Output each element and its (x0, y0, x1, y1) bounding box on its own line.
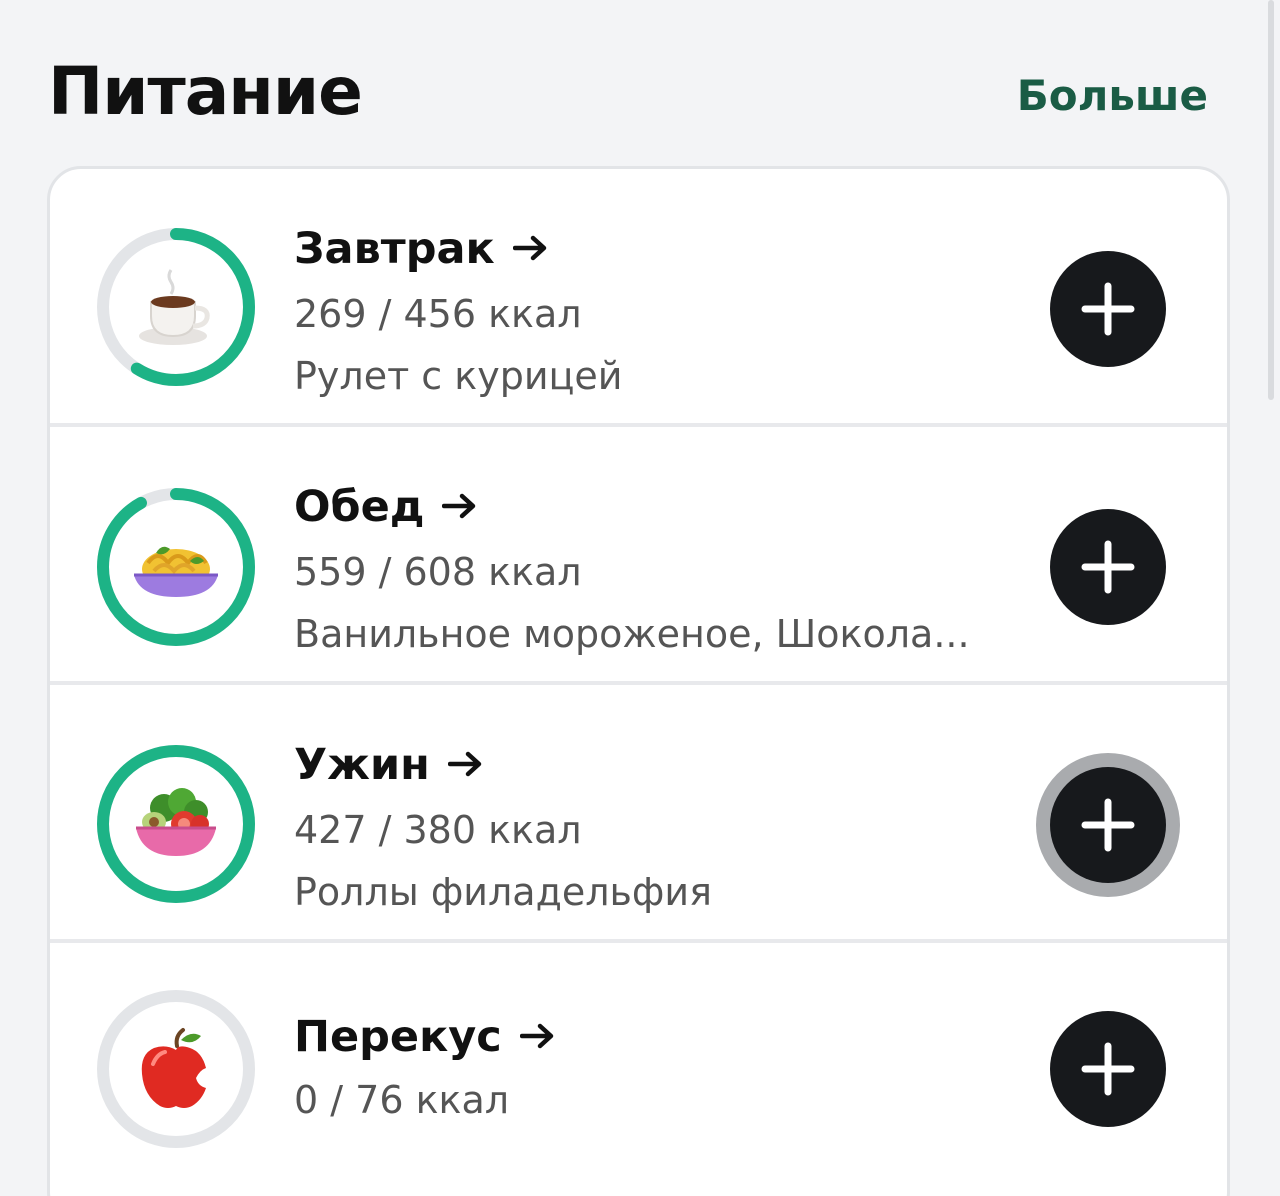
plus-icon (1081, 282, 1135, 336)
meal-kcal: 269 / 456 ккал (294, 292, 582, 336)
meal-row-breakfast[interactable]: Завтрак 269 / 456 ккал Рулет с курицей (50, 169, 1227, 427)
arrow-right-icon (519, 1008, 556, 1064)
meal-title[interactable]: Ужин (294, 737, 484, 796)
arrow-right-icon (447, 736, 484, 792)
arrow-right-icon (512, 220, 549, 276)
meal-foods: Роллы филадельфия (294, 870, 712, 914)
more-link[interactable]: Больше (1017, 66, 1208, 126)
meal-title[interactable]: Перекус (294, 1009, 556, 1068)
nutrition-screen: Питание Больше Завтрак 269 / 456 ккал Ру… (0, 0, 1280, 1196)
meal-title-text: Завтрак (294, 224, 495, 274)
meal-row-snack[interactable]: Перекус 0 / 76 ккал (50, 943, 1227, 1196)
page-title: Питание (48, 53, 363, 130)
meal-title[interactable]: Обед (294, 479, 478, 538)
meal-title-text: Обед (294, 482, 425, 532)
add-food-button[interactable] (1050, 767, 1166, 883)
meal-title-text: Перекус (294, 1012, 502, 1062)
nutrition-header: Питание Больше (48, 52, 1208, 132)
pasta-bowl-icon (94, 485, 258, 649)
meal-kcal: 559 / 608 ккал (294, 550, 582, 594)
add-food-button[interactable] (1050, 251, 1166, 367)
plus-icon (1081, 1042, 1135, 1096)
meal-row-dinner[interactable]: Ужин 427 / 380 ккал Роллы филадельфия (50, 685, 1227, 943)
meal-foods: Ванильное мороженое, Шокола... (294, 612, 970, 656)
add-food-button[interactable] (1050, 1011, 1166, 1127)
meal-title[interactable]: Завтрак (294, 221, 549, 280)
meal-kcal: 427 / 380 ккал (294, 808, 582, 852)
arrow-right-icon (442, 478, 478, 534)
meal-title-text: Ужин (294, 740, 430, 790)
meal-kcal: 0 / 76 ккал (294, 1078, 510, 1122)
add-food-button[interactable] (1050, 509, 1166, 625)
plus-icon (1081, 798, 1135, 852)
apple-icon (94, 987, 258, 1151)
plus-icon (1081, 540, 1135, 594)
scrollbar[interactable] (1268, 0, 1274, 400)
meals-card: Завтрак 269 / 456 ккал Рулет с курицей О… (47, 166, 1230, 1196)
meal-foods: Рулет с курицей (294, 354, 623, 398)
meal-row-lunch[interactable]: Обед 559 / 608 ккал Ванильное мороженое,… (50, 427, 1227, 685)
coffee-cup-icon (94, 225, 258, 389)
salad-bowl-icon (94, 742, 258, 906)
